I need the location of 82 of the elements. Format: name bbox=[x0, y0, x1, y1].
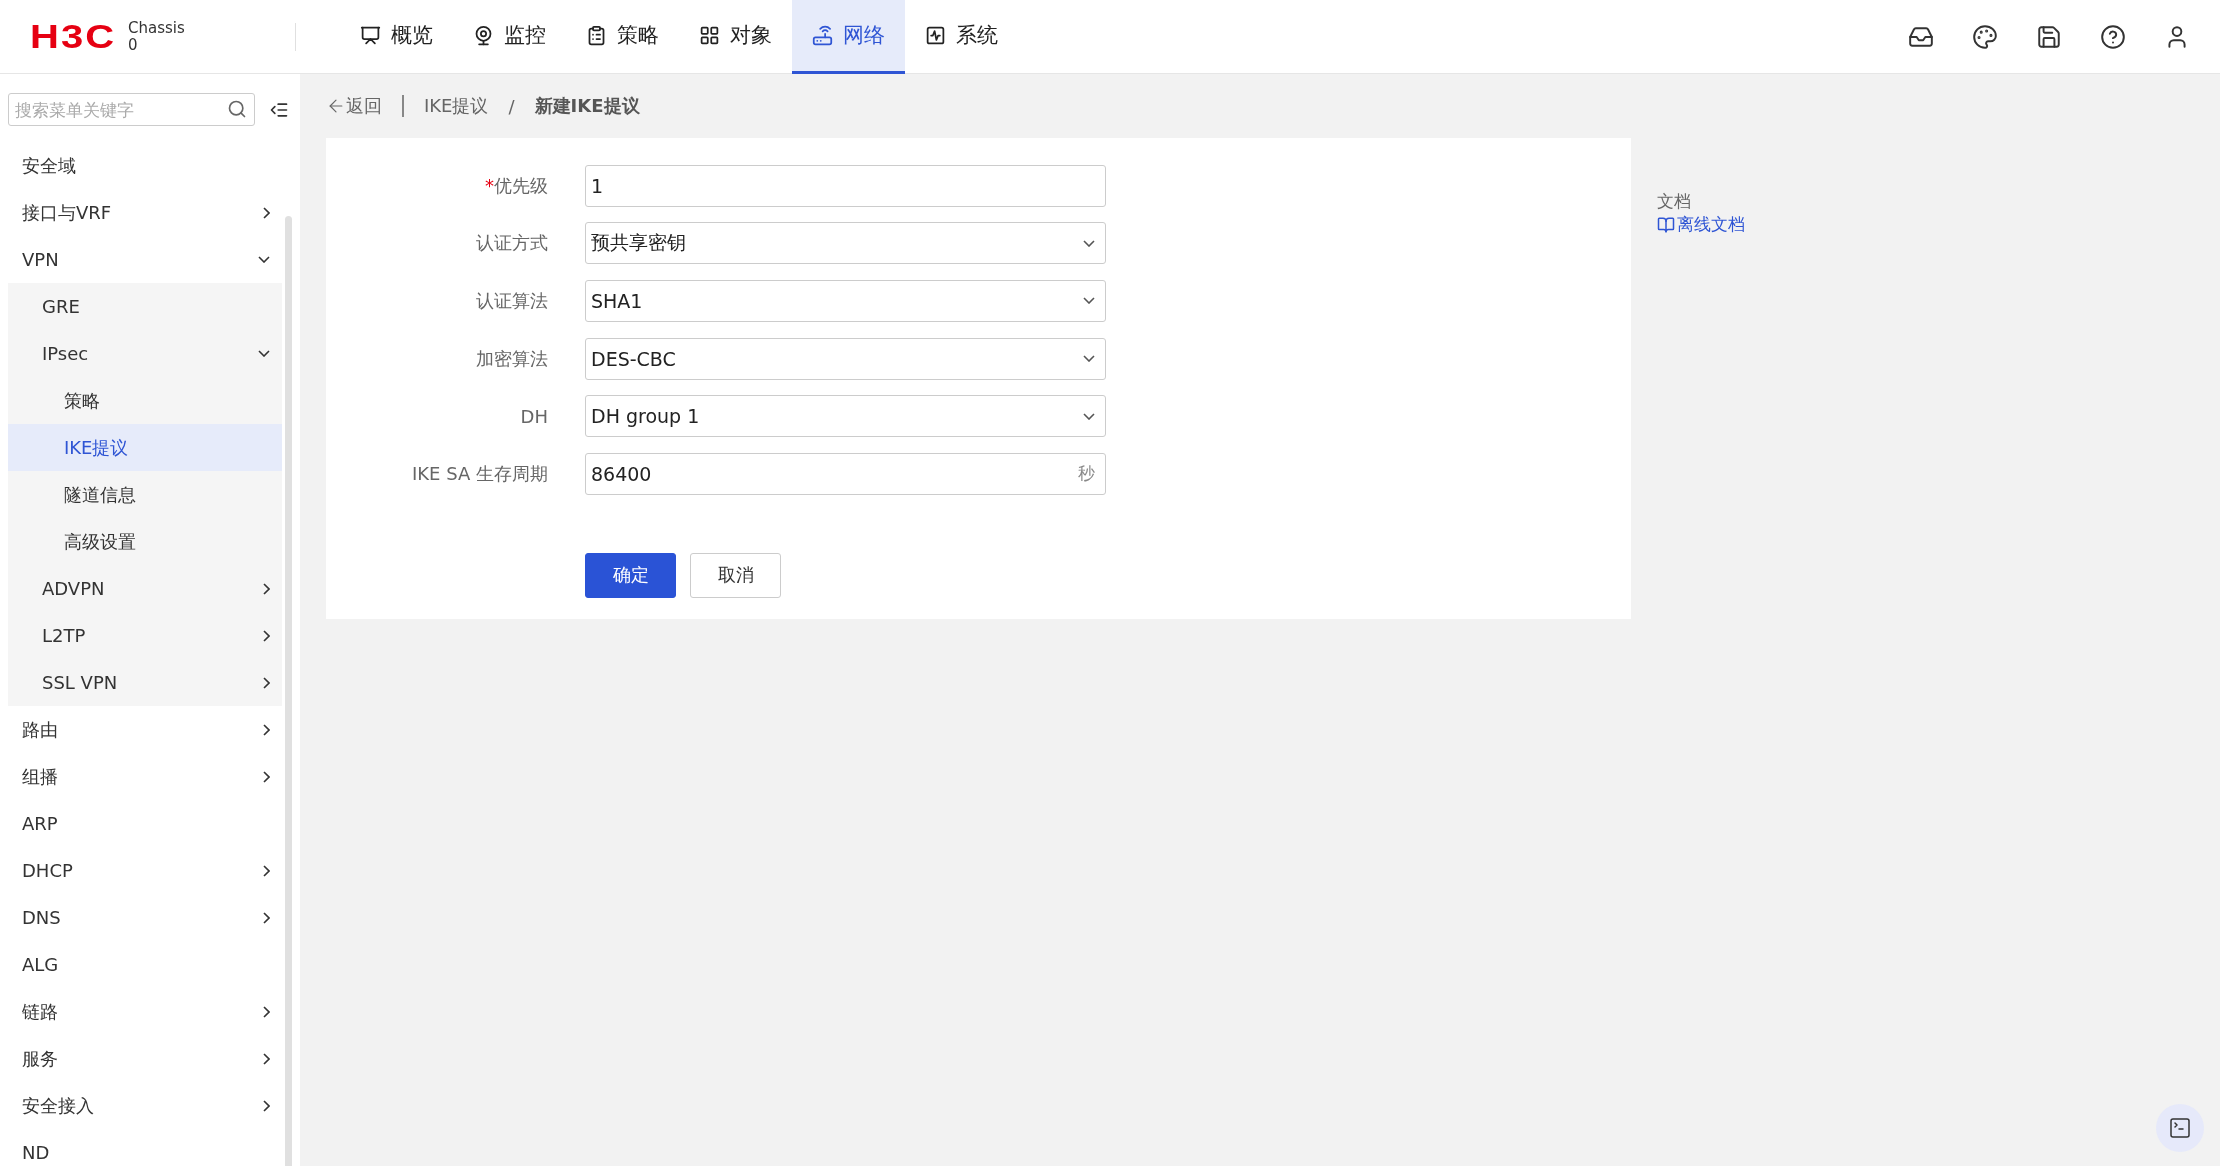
chevron-down-icon bbox=[1083, 412, 1095, 420]
menu-item[interactable]: ND bbox=[0, 1129, 282, 1166]
chevron-right-icon bbox=[263, 770, 270, 783]
monitor-icon bbox=[359, 24, 381, 46]
chevron-down-icon bbox=[258, 256, 270, 263]
device-number: 0 bbox=[128, 36, 139, 54]
menu-item[interactable]: 隧道信息 bbox=[8, 471, 282, 518]
menu-item[interactable]: GRE bbox=[8, 283, 282, 330]
menu-item[interactable]: L2TP bbox=[8, 612, 282, 659]
nav-tab[interactable]: 系统 bbox=[904, 0, 1018, 74]
save-icon[interactable] bbox=[2036, 23, 2062, 50]
menu-item[interactable]: DNS bbox=[0, 894, 282, 941]
field-label: IKE SA 生存周期 bbox=[411, 461, 548, 486]
menu-item[interactable]: 组播 bbox=[0, 753, 282, 800]
field-label: DH bbox=[519, 405, 548, 427]
menu-item[interactable]: IPsec bbox=[8, 330, 282, 377]
chevron-down-icon bbox=[1083, 355, 1095, 363]
chevron-down-icon bbox=[258, 350, 270, 357]
chevron-right-icon bbox=[263, 723, 270, 736]
select-field[interactable]: 预共享密钥 bbox=[585, 222, 1106, 265]
offline-docs-link[interactable]: 离线文档 bbox=[1657, 213, 1745, 236]
nav-tab[interactable]: 监控 bbox=[452, 0, 566, 74]
menu-item[interactable]: VPN bbox=[0, 236, 282, 283]
unit-label: 秒 bbox=[1078, 462, 1095, 486]
book-icon bbox=[1657, 215, 1675, 234]
chevron-down-icon bbox=[1083, 297, 1095, 305]
field-label: *优先级 bbox=[484, 173, 548, 198]
chevron-down-icon bbox=[1083, 239, 1095, 247]
nav-tab[interactable]: 对象 bbox=[678, 0, 792, 74]
nav-tab[interactable]: 概览 bbox=[339, 0, 453, 74]
breadcrumb-separator: / bbox=[508, 95, 515, 117]
palette-icon[interactable] bbox=[1972, 23, 1998, 50]
chevron-right-icon bbox=[263, 676, 270, 689]
field-label: 加密算法 bbox=[475, 346, 548, 371]
select-field[interactable]: DES-CBC bbox=[585, 337, 1106, 380]
field-label: 认证算法 bbox=[475, 289, 548, 313]
back-link[interactable]: 返回 bbox=[326, 94, 382, 118]
search-field[interactable]: 搜索菜单关键字 bbox=[8, 93, 255, 126]
menu-item[interactable]: 安全域 bbox=[0, 142, 282, 189]
menu-item[interactable]: 高级设置 bbox=[8, 518, 282, 565]
menu-item[interactable]: DHCP bbox=[0, 847, 282, 894]
router-icon bbox=[811, 24, 833, 46]
chevron-right-icon bbox=[263, 1005, 270, 1018]
menu-item[interactable]: 路由 bbox=[0, 706, 282, 753]
menu-item[interactable]: ALG bbox=[0, 941, 282, 988]
logo: H3C bbox=[30, 17, 117, 56]
terminal-button[interactable] bbox=[2156, 1104, 2204, 1152]
breadcrumb-current: 新建IKE提议 bbox=[534, 94, 640, 118]
menu-item[interactable]: SSL VPN bbox=[8, 659, 282, 706]
chart-square-icon bbox=[924, 24, 946, 46]
menu-item[interactable]: IKE提议 bbox=[8, 424, 282, 471]
grid-icon bbox=[698, 24, 720, 46]
menu-item[interactable]: 策略 bbox=[8, 377, 282, 424]
select-field[interactable]: SHA1 bbox=[585, 280, 1106, 322]
chevron-right-icon bbox=[263, 864, 270, 877]
nav-tab[interactable]: 策略 bbox=[565, 0, 679, 74]
docs-title: 文档 bbox=[1657, 190, 1692, 213]
terminal-icon bbox=[2168, 1116, 2192, 1140]
chevron-right-icon bbox=[263, 582, 270, 595]
chevron-right-icon bbox=[263, 1099, 270, 1112]
menu-item[interactable]: 服务 bbox=[0, 1035, 282, 1082]
chevron-right-icon bbox=[263, 1052, 270, 1065]
nav-tab[interactable]: 网络 bbox=[791, 0, 905, 74]
menu-item[interactable]: 链路 bbox=[0, 988, 282, 1035]
help-icon[interactable] bbox=[2100, 23, 2126, 50]
cancel-button[interactable]: 取消 bbox=[690, 552, 781, 598]
scrollbar[interactable] bbox=[285, 216, 292, 1166]
input-field[interactable]: 1 bbox=[585, 164, 1106, 207]
input-field[interactable]: 86400 秒 bbox=[585, 452, 1106, 495]
chevron-right-icon bbox=[263, 206, 270, 219]
field-label: 认证方式 bbox=[475, 231, 548, 256]
menu-item[interactable]: 安全接入 bbox=[0, 1082, 282, 1129]
search-icon bbox=[227, 99, 247, 119]
menu-item[interactable]: ARP bbox=[0, 800, 282, 847]
chevron-right-icon bbox=[263, 629, 270, 642]
chevron-right-icon bbox=[263, 911, 270, 924]
select-field[interactable]: DH group 1 bbox=[585, 395, 1106, 438]
menu-item[interactable]: ADVPN bbox=[8, 565, 282, 612]
device-name: Chassis bbox=[128, 19, 185, 37]
breadcrumb-link[interactable]: IKE提议 bbox=[424, 94, 489, 118]
menu-item[interactable]: 接口与VRF bbox=[0, 189, 282, 236]
confirm-button[interactable]: 确定 bbox=[585, 552, 676, 598]
